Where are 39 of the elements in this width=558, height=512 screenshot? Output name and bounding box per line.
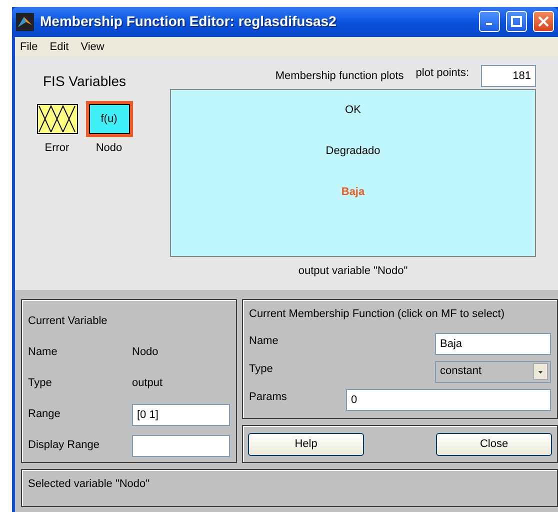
close-button[interactable] <box>533 11 554 32</box>
panel-title: Current Variable <box>28 314 108 330</box>
field-label: plot points: <box>416 66 469 82</box>
display-range-field[interactable] <box>132 434 230 456</box>
variable-label: Error <box>44 141 70 156</box>
variable-name: Nodo <box>132 345 158 360</box>
field-label: Name <box>28 345 58 360</box>
status-text: Selected variable "Nodo" <box>28 478 150 490</box>
app-logo-icon <box>16 12 34 31</box>
maximize-button[interactable] <box>506 11 527 32</box>
plot-title: Membership function plots <box>275 69 404 84</box>
field-label: Type <box>249 362 274 376</box>
params-field[interactable]: 0 <box>346 388 551 411</box>
menu-item[interactable]: View <box>80 38 104 56</box>
window-title: Membership Function Editor: reglasdifusas2 <box>40 12 338 32</box>
menu-item[interactable]: Edit <box>50 38 69 56</box>
dialog-button[interactable]: Close <box>436 432 552 456</box>
close-icon <box>538 16 549 28</box>
plot-caption: output variable "Nodo" <box>298 265 408 278</box>
menu-item[interactable]: File <box>20 38 38 56</box>
dialog-button[interactable]: Help <box>248 432 364 456</box>
membership-function-label[interactable]: OK <box>345 102 361 144</box>
minimize-button[interactable] <box>479 11 500 32</box>
plot-points-field[interactable]: 181 <box>481 65 536 88</box>
range-field[interactable]: [0 1] <box>132 404 230 426</box>
field-label: Range <box>28 407 60 422</box>
membership-function-label[interactable]: Degradado <box>326 143 380 184</box>
maximize-icon <box>511 16 522 28</box>
field-label: Name <box>249 334 280 350</box>
variable-type: output <box>132 376 163 392</box>
field-label: Type <box>28 376 52 392</box>
type-dropdown[interactable]: constant <box>435 360 551 382</box>
section-title: FIS Variables <box>43 72 127 92</box>
field-label: Display Range <box>28 438 100 454</box>
field-label: Params <box>249 390 287 405</box>
input-variable-icon[interactable] <box>36 104 78 134</box>
name-field[interactable]: Baja <box>435 333 551 356</box>
variable-label: Nodo <box>96 141 122 156</box>
panel-title: Current Membership Function (click on MF to select) <box>249 307 506 322</box>
